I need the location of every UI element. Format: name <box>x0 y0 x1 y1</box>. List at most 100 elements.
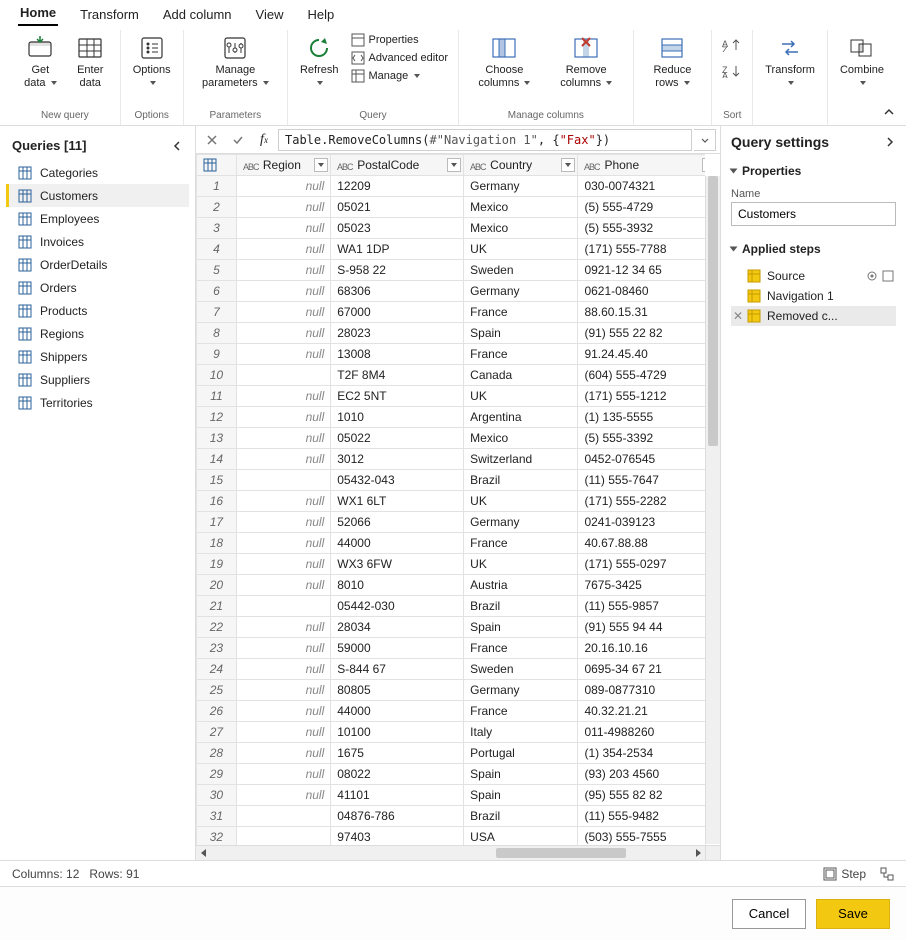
cell-phone[interactable]: 0695-34 67 21 <box>578 659 705 680</box>
transform-button[interactable]: Transform <box>759 30 821 92</box>
cell-region[interactable]: null <box>236 722 330 743</box>
cell-phone[interactable]: (5) 555-3392 <box>578 428 705 449</box>
cell-phone[interactable]: 40.32.21.21 <box>578 701 705 722</box>
cell-postalcode[interactable]: 08022 <box>331 764 464 785</box>
table-row[interactable]: 16nullWX1 6LTUK(171) 555-2282[Table][Ta <box>197 491 706 512</box>
cell-country[interactable]: Spain <box>464 323 578 344</box>
table-row[interactable]: 3null05023Mexico(5) 555-3932[Table][Ta <box>197 218 706 239</box>
cell-postalcode[interactable]: 28023 <box>331 323 464 344</box>
query-item-territories[interactable]: Territories <box>6 391 189 414</box>
applied-steps-section-toggle[interactable]: Applied steps <box>731 236 896 262</box>
manage-button[interactable]: Manage <box>347 68 453 84</box>
cell-postalcode[interactable]: 05022 <box>331 428 464 449</box>
table-row[interactable]: 6null68306Germany0621-08460[Table][Ta <box>197 281 706 302</box>
step-view-button[interactable]: Step <box>823 867 866 881</box>
cell-region[interactable] <box>236 827 330 846</box>
ribbon-collapse-button[interactable] <box>882 105 896 119</box>
table-row[interactable]: 25null80805Germany089-0877310[Table][Ta <box>197 680 706 701</box>
cell-region[interactable] <box>236 596 330 617</box>
query-item-categories[interactable]: Categories <box>6 161 189 184</box>
cell-phone[interactable]: (5) 555-4729 <box>578 197 705 218</box>
query-item-products[interactable]: Products <box>6 299 189 322</box>
table-row[interactable]: 17null52066Germany0241-039123[Table][Ta <box>197 512 706 533</box>
cell-country[interactable]: Sweden <box>464 260 578 281</box>
cell-region[interactable]: null <box>236 344 330 365</box>
cell-country[interactable]: Germany <box>464 680 578 701</box>
cell-postalcode[interactable]: 1010 <box>331 407 464 428</box>
cell-country[interactable]: Brazil <box>464 806 578 827</box>
table-row[interactable]: 18null44000France40.67.88.88[Table][Ta <box>197 533 706 554</box>
menu-item-add-column[interactable]: Add column <box>161 5 234 26</box>
cell-postalcode[interactable]: 44000 <box>331 533 464 554</box>
cell-postalcode[interactable]: 52066 <box>331 512 464 533</box>
table-row[interactable]: 11nullEC2 5NTUK(171) 555-1212[Table][Ta <box>197 386 706 407</box>
applied-step[interactable]: Source <box>731 266 896 286</box>
manage-parameters-button[interactable]: Manage parameters <box>190 30 281 92</box>
formula-input[interactable]: Table.RemoveColumns(#"Navigation 1", {"F… <box>278 129 692 151</box>
cell-phone[interactable]: 0241-039123 <box>578 512 705 533</box>
cell-region[interactable]: null <box>236 659 330 680</box>
cell-phone[interactable]: 20.16.10.16 <box>578 638 705 659</box>
cell-region[interactable] <box>236 806 330 827</box>
cell-region[interactable]: null <box>236 449 330 470</box>
cell-region[interactable]: null <box>236 407 330 428</box>
table-row[interactable]: 30null41101Spain(95) 555 82 82[Table][Ta <box>197 785 706 806</box>
column-filter-button[interactable] <box>314 158 328 172</box>
settings-collapse-button[interactable] <box>884 136 896 148</box>
cell-region[interactable]: null <box>236 428 330 449</box>
cell-phone[interactable]: (171) 555-0297 <box>578 554 705 575</box>
table-row[interactable]: 23null59000France20.16.10.16[Table][Ta <box>197 638 706 659</box>
reduce-rows-button[interactable]: Reduce rows <box>640 30 706 92</box>
table-row[interactable]: 27null10100Italy011-4988260[Table][Ta <box>197 722 706 743</box>
cell-country[interactable]: Mexico <box>464 218 578 239</box>
cell-country[interactable]: Germany <box>464 281 578 302</box>
cell-phone[interactable]: (604) 555-4729 <box>578 365 705 386</box>
cell-postalcode[interactable]: 05023 <box>331 218 464 239</box>
cell-country[interactable]: Austria <box>464 575 578 596</box>
cell-phone[interactable]: (171) 555-2282 <box>578 491 705 512</box>
cell-postalcode[interactable]: S-844 67 <box>331 659 464 680</box>
save-button[interactable]: Save <box>816 899 890 929</box>
sort-asc-button[interactable]: AZ <box>718 34 746 56</box>
table-row[interactable]: 8null28023Spain(91) 555 22 82[Table][Ta <box>197 323 706 344</box>
cell-country[interactable]: UK <box>464 239 578 260</box>
table-row[interactable]: 19nullWX3 6FWUK(171) 555-0297[Table][Ta <box>197 554 706 575</box>
query-item-employees[interactable]: Employees <box>6 207 189 230</box>
cell-region[interactable]: null <box>236 554 330 575</box>
cell-phone[interactable]: 91.24.45.40 <box>578 344 705 365</box>
table-row[interactable]: 10T2F 8M4Canada(604) 555-4729[Table][Ta <box>197 365 706 386</box>
table-row[interactable]: 1505432-043Brazil(11) 555-7647[Table][Ta <box>197 470 706 491</box>
column-header-postalcode[interactable]: ABCPostalCode <box>331 155 464 176</box>
cell-phone[interactable]: (5) 555-3932 <box>578 218 705 239</box>
cell-region[interactable]: null <box>236 701 330 722</box>
combine-button[interactable]: Combine <box>834 30 890 92</box>
cell-postalcode[interactable]: WX1 6LT <box>331 491 464 512</box>
scroll-right-button[interactable] <box>691 846 705 860</box>
query-item-regions[interactable]: Regions <box>6 322 189 345</box>
row-index-header[interactable] <box>197 155 237 176</box>
cell-phone[interactable]: (1) 354-2534 <box>578 743 705 764</box>
cell-postalcode[interactable]: WA1 1DP <box>331 239 464 260</box>
refresh-button[interactable]: Refresh <box>294 30 345 92</box>
cell-phone[interactable]: 88.60.15.31 <box>578 302 705 323</box>
table-row[interactable]: 13null05022Mexico(5) 555-3392[Table][Ta <box>197 428 706 449</box>
cell-postalcode[interactable]: 05442-030 <box>331 596 464 617</box>
cancel-formula-button[interactable] <box>200 129 224 151</box>
cell-region[interactable]: null <box>236 785 330 806</box>
cell-phone[interactable]: 0921-12 34 65 <box>578 260 705 281</box>
query-item-shippers[interactable]: Shippers <box>6 345 189 368</box>
cell-country[interactable]: France <box>464 701 578 722</box>
cell-postalcode[interactable]: 44000 <box>331 701 464 722</box>
cell-phone[interactable]: (503) 555-7555 <box>578 827 705 846</box>
cell-postalcode[interactable]: 67000 <box>331 302 464 323</box>
cell-country[interactable]: Canada <box>464 365 578 386</box>
cell-region[interactable]: null <box>236 743 330 764</box>
cell-phone[interactable]: (11) 555-9857 <box>578 596 705 617</box>
cell-country[interactable]: UK <box>464 386 578 407</box>
cell-region[interactable]: null <box>236 218 330 239</box>
sort-desc-button[interactable]: ZA <box>718 60 746 82</box>
cell-country[interactable]: UK <box>464 491 578 512</box>
cell-region[interactable]: null <box>236 617 330 638</box>
cell-postalcode[interactable]: 05021 <box>331 197 464 218</box>
cell-phone[interactable]: 0452-076545 <box>578 449 705 470</box>
